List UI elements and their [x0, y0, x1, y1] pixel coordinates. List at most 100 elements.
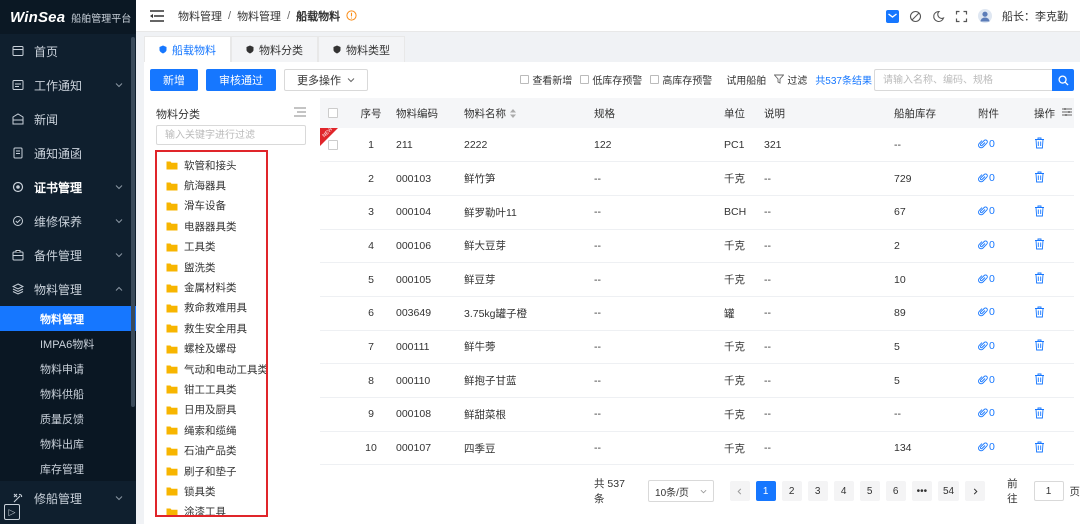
sidebar-item-news[interactable]: 新闻 — [0, 102, 136, 136]
page-button[interactable]: 4 — [833, 481, 854, 501]
category-item[interactable]: 钳工工具类 — [157, 379, 266, 399]
checkbox-box[interactable] — [580, 74, 590, 84]
sidebar-subitem[interactable]: 质量反馈 — [0, 406, 136, 431]
sidebar-item-material[interactable]: 物料管理 — [0, 272, 136, 306]
sidebar-subitem[interactable]: 物料申请 — [0, 356, 136, 381]
table-row[interactable]: 9 000108 鲜甜菜根 -- 千克 -- -- 0 — [320, 398, 1074, 432]
info-circle-icon[interactable] — [346, 10, 357, 21]
attachment-link[interactable]: 0 — [978, 239, 995, 251]
page-button[interactable]: 5 — [859, 481, 880, 501]
delete-icon[interactable] — [1034, 137, 1045, 149]
row-checkbox-cell[interactable] — [320, 431, 346, 465]
page-button[interactable]: 1 — [755, 481, 776, 501]
cell-attach[interactable]: 0 — [978, 162, 1034, 196]
category-item[interactable]: 绳索和缆绳 — [157, 420, 266, 440]
attachment-link[interactable]: 0 — [978, 340, 995, 352]
page-button[interactable]: 6 — [885, 481, 906, 501]
table-row[interactable]: 4 000106 鲜大豆芽 -- 千克 -- 2 0 — [320, 229, 1074, 263]
search-input[interactable] — [874, 69, 1052, 91]
delete-icon[interactable] — [1034, 171, 1045, 183]
tab-material-type[interactable]: 物料类型 — [318, 36, 405, 62]
table-row[interactable]: 3 000104 鲜罗勒叶11 -- BCH -- 67 0 — [320, 195, 1074, 230]
category-item[interactable]: 滑车设备 — [157, 196, 266, 216]
page-button[interactable]: 2 — [781, 481, 802, 501]
cell-attach[interactable]: 0 — [978, 195, 1034, 229]
theme-icon[interactable] — [932, 10, 945, 23]
sidebar-scrollbar[interactable] — [131, 37, 135, 407]
menu-toggle-icon[interactable] — [150, 9, 164, 22]
category-item[interactable]: 航海器具 — [157, 175, 266, 195]
delete-icon[interactable] — [1034, 339, 1045, 351]
attachment-link[interactable]: 0 — [978, 172, 995, 184]
delete-icon[interactable] — [1034, 306, 1045, 318]
goto-page-input[interactable] — [1033, 481, 1064, 501]
sidebar-item-crew[interactable]: 船员管理 — [0, 515, 136, 524]
table-row[interactable]: NEW 1 211 2222 122 PC1 321 -- 0 — [320, 126, 1074, 162]
column-header-name[interactable]: 物料名称 — [464, 98, 594, 128]
table-row[interactable]: 10 000107 四季豆 -- 千克 -- 134 0 — [320, 431, 1074, 465]
sidebar-item-spare-parts[interactable]: 备件管理 — [0, 238, 136, 272]
sidebar-item-maintenance[interactable]: 维修保养 — [0, 204, 136, 238]
attachment-link[interactable]: 0 — [978, 374, 995, 386]
attachment-link[interactable]: 0 — [978, 138, 995, 150]
sidebar-subitem[interactable]: 物料出库 — [0, 431, 136, 456]
cell-attach[interactable]: 0 — [978, 263, 1034, 297]
breadcrumb-item[interactable]: 物料管理 — [237, 8, 281, 24]
checkbox-box[interactable] — [650, 74, 660, 84]
search-button[interactable] — [1052, 69, 1074, 91]
cell-attach[interactable]: 0 — [978, 398, 1034, 432]
tab-onboard-materials[interactable]: 船载物料 — [144, 36, 231, 62]
filter-checkbox-low-stock[interactable]: 低库存预警 — [580, 72, 642, 87]
column-settings[interactable] — [1062, 98, 1074, 128]
delete-icon[interactable] — [1034, 373, 1045, 385]
row-checkbox-cell[interactable] — [320, 398, 346, 432]
category-item[interactable]: 刷子和垫子 — [157, 461, 266, 481]
row-checkbox-cell[interactable]: NEW — [320, 126, 346, 162]
compass-icon[interactable] — [909, 10, 922, 23]
row-checkbox-cell[interactable] — [320, 364, 346, 398]
filter-toggle[interactable]: 过滤 — [774, 72, 807, 87]
sidebar-subitem[interactable]: 物料供船 — [0, 381, 136, 406]
category-item[interactable]: 螺栓及螺母 — [157, 339, 266, 359]
category-item[interactable]: 救命救难用具 — [157, 298, 266, 318]
row-checkbox-cell[interactable] — [320, 195, 346, 229]
ellipsis-pages-button[interactable]: ••• — [911, 481, 933, 501]
cell-attach[interactable]: 0 — [978, 296, 1034, 330]
row-checkbox-cell[interactable] — [320, 162, 346, 196]
cell-attach[interactable]: 0 — [978, 330, 1034, 364]
delete-icon[interactable] — [1034, 238, 1045, 250]
column-settings-icon[interactable] — [1062, 107, 1072, 117]
category-item[interactable]: 电器器具类 — [157, 216, 266, 236]
table-row[interactable]: 2 000103 鲜竹笋 -- 千克 -- 729 0 — [320, 162, 1074, 196]
row-checkbox-cell[interactable] — [320, 296, 346, 330]
category-item[interactable]: 涂漆工具 — [157, 502, 266, 515]
checkbox-box[interactable] — [520, 74, 530, 84]
category-item[interactable]: 软管和接头 — [157, 155, 266, 175]
breadcrumb-item[interactable]: 物料管理 — [178, 8, 222, 24]
sidebar-item-notice[interactable]: 工作通知 — [0, 68, 136, 102]
category-item[interactable]: 盥洗类 — [157, 257, 266, 277]
tab-material-category[interactable]: 物料分类 — [231, 36, 318, 62]
last-page-button[interactable]: 54 — [938, 481, 960, 501]
collapse-sidebar-button[interactable]: ▷ — [4, 504, 20, 520]
cell-attach[interactable]: 0 — [978, 229, 1034, 263]
filter-checkbox-high-stock[interactable]: 高库存预警 — [650, 72, 712, 87]
checkbox-box[interactable] — [328, 108, 338, 119]
more-actions-dropdown[interactable]: 更多操作 — [284, 69, 368, 91]
attachment-link[interactable]: 0 — [978, 205, 995, 217]
sidebar-item-repair[interactable]: 修船管理 — [0, 481, 136, 515]
attachment-link[interactable]: 0 — [978, 273, 995, 285]
avatar[interactable] — [978, 9, 992, 23]
category-item[interactable]: 日用及厨具 — [157, 400, 266, 420]
message-icon[interactable] — [886, 9, 899, 23]
approve-button[interactable]: 审核通过 — [206, 69, 276, 91]
attachment-link[interactable]: 0 — [978, 407, 995, 419]
sidebar-item-circular[interactable]: 通知通函 — [0, 136, 136, 170]
user-name[interactable]: 船长：李克勤 — [1002, 8, 1068, 24]
row-checkbox-cell[interactable] — [320, 229, 346, 263]
table-row[interactable]: 7 000111 鲜牛蒡 -- 千克 -- 5 0 — [320, 330, 1074, 364]
cell-attach[interactable]: 0 — [978, 128, 1034, 162]
sidebar-subitem[interactable]: 物料管理 — [0, 306, 136, 331]
delete-icon[interactable] — [1034, 441, 1045, 453]
add-button[interactable]: 新增 — [150, 69, 198, 91]
